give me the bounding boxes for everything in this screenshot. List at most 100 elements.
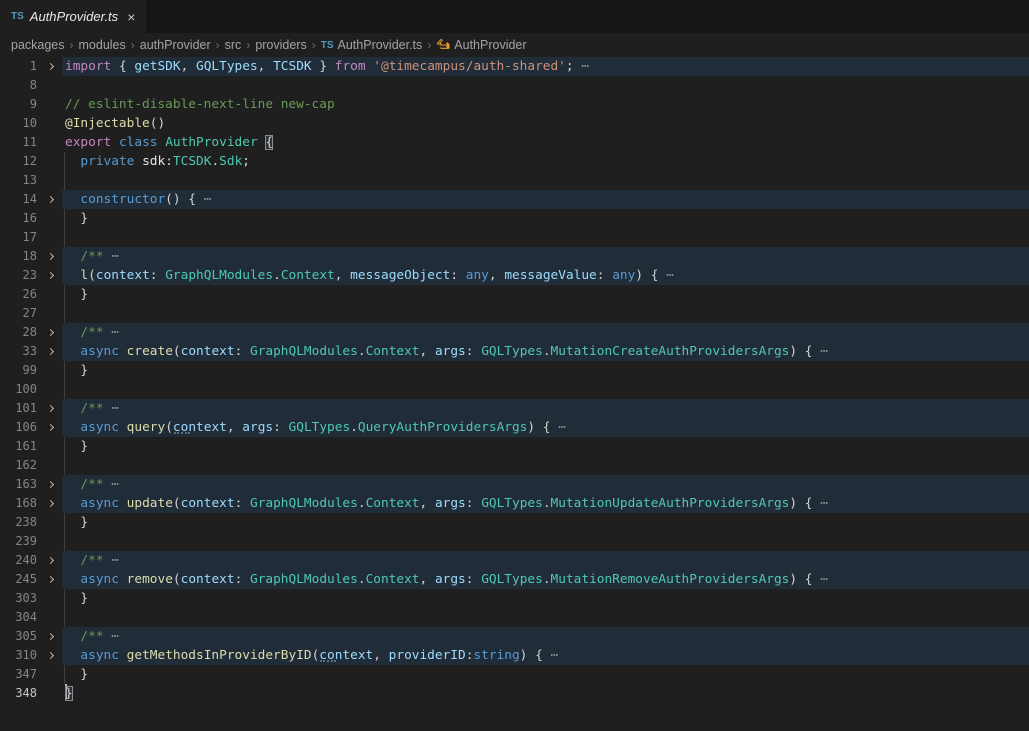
code-content[interactable]: /** ⋯	[62, 551, 1029, 570]
line-number[interactable]: 16	[0, 209, 40, 228]
breadcrumb-item-providers[interactable]: providers	[255, 38, 306, 52]
code-content[interactable]	[62, 532, 1029, 551]
line-number[interactable]: 161	[0, 437, 40, 456]
code-content[interactable]: // eslint-disable-next-line new-cap	[62, 95, 1029, 114]
code-token: create	[127, 344, 173, 359]
code-token: MutationUpdateAuthProvidersArgs	[551, 496, 790, 511]
line-number[interactable]: 26	[0, 285, 40, 304]
code-content[interactable]: }	[62, 665, 1029, 684]
line-number[interactable]: 28	[0, 323, 40, 342]
code-content[interactable]: @Injectable()	[62, 114, 1029, 133]
code-content[interactable]: private sdk:TCSDK.Sdk;	[62, 152, 1029, 171]
code-content[interactable]: import { getSDK, GQLTypes, TCSDK } from …	[62, 57, 1029, 76]
code-content[interactable]	[62, 304, 1029, 323]
folded-ellipsis: ⋯	[666, 268, 674, 283]
fold-chevron-icon[interactable]	[40, 646, 62, 665]
line-number[interactable]: 245	[0, 570, 40, 589]
fold-chevron-icon[interactable]	[40, 418, 62, 437]
line-number[interactable]: 33	[0, 342, 40, 361]
code-content[interactable]: /** ⋯	[62, 475, 1029, 494]
code-token: getMethodsInProviderByID	[127, 648, 312, 663]
line-number[interactable]: 168	[0, 494, 40, 513]
line-number[interactable]: 304	[0, 608, 40, 627]
code-content[interactable]	[62, 608, 1029, 627]
line-number[interactable]: 305	[0, 627, 40, 646]
line-number[interactable]: 163	[0, 475, 40, 494]
code-content[interactable]: l(context: GraphQLModules.Context, messa…	[62, 266, 1029, 285]
line-number[interactable]: 310	[0, 646, 40, 665]
code-content[interactable]: }	[62, 684, 1029, 703]
code-line: 12 private sdk:TCSDK.Sdk;	[0, 152, 1029, 171]
code-content[interactable]: /** ⋯	[62, 247, 1029, 266]
fold-chevron-icon[interactable]	[40, 570, 62, 589]
code-token: args	[435, 496, 466, 511]
fold-chevron-icon[interactable]	[40, 57, 62, 76]
code-content[interactable]	[62, 380, 1029, 399]
code-content[interactable]	[62, 228, 1029, 247]
line-number[interactable]: 101	[0, 399, 40, 418]
line-number[interactable]: 1	[0, 57, 40, 76]
tab-authprovider[interactable]: TS AuthProvider.ts ×	[0, 0, 146, 33]
code-content[interactable]: /** ⋯	[62, 399, 1029, 418]
code-content[interactable]	[62, 76, 1029, 95]
line-number[interactable]: 17	[0, 228, 40, 247]
line-number[interactable]: 239	[0, 532, 40, 551]
code-content[interactable]: }	[62, 361, 1029, 380]
close-icon[interactable]: ×	[127, 10, 135, 24]
line-number[interactable]: 348	[0, 684, 40, 703]
breadcrumb-item-modules[interactable]: modules	[79, 38, 126, 52]
code-content[interactable]: /** ⋯	[62, 627, 1029, 646]
breadcrumb-item-file[interactable]: TSAuthProvider.ts	[321, 38, 423, 52]
line-number[interactable]: 12	[0, 152, 40, 171]
code-content[interactable]: }	[62, 513, 1029, 532]
code-content[interactable]: async query(context, args: GQLTypes.Quer…	[62, 418, 1029, 437]
code-content[interactable]: async create(context: GraphQLModules.Con…	[62, 342, 1029, 361]
fold-chevron-icon[interactable]	[40, 399, 62, 418]
code-content[interactable]: async remove(context: GraphQLModules.Con…	[62, 570, 1029, 589]
code-content[interactable]: }	[62, 209, 1029, 228]
line-number[interactable]: 100	[0, 380, 40, 399]
fold-chevron-icon[interactable]	[40, 551, 62, 570]
code-content[interactable]: async getMethodsInProviderByID(context, …	[62, 646, 1029, 665]
code-token: /**	[80, 401, 111, 416]
fold-chevron-icon[interactable]	[40, 323, 62, 342]
code-content[interactable]: async update(context: GraphQLModules.Con…	[62, 494, 1029, 513]
breadcrumb-item-authProvider[interactable]: authProvider	[140, 38, 211, 52]
code-token: ;	[242, 154, 250, 169]
fold-chevron-icon[interactable]	[40, 247, 62, 266]
fold-chevron-icon[interactable]	[40, 190, 62, 209]
breadcrumb-item-symbol[interactable]: AuthProvider	[436, 38, 526, 52]
fold-chevron-icon[interactable]	[40, 627, 62, 646]
code-content[interactable]: export class AuthProvider {	[62, 133, 1029, 152]
code-content[interactable]: /** ⋯	[62, 323, 1029, 342]
line-number[interactable]: 13	[0, 171, 40, 190]
line-number[interactable]: 99	[0, 361, 40, 380]
fold-chevron-icon[interactable]	[40, 494, 62, 513]
line-number[interactable]: 238	[0, 513, 40, 532]
line-number[interactable]: 240	[0, 551, 40, 570]
code-content[interactable]	[62, 456, 1029, 475]
code-content[interactable]: }	[62, 589, 1029, 608]
line-number[interactable]: 11	[0, 133, 40, 152]
breadcrumb-item-packages[interactable]: packages	[11, 38, 65, 52]
line-number[interactable]: 18	[0, 247, 40, 266]
line-number[interactable]: 347	[0, 665, 40, 684]
line-number[interactable]: 162	[0, 456, 40, 475]
fold-chevron-icon[interactable]	[40, 266, 62, 285]
line-number[interactable]: 27	[0, 304, 40, 323]
line-number[interactable]: 9	[0, 95, 40, 114]
code-content[interactable]: }	[62, 437, 1029, 456]
line-number[interactable]: 23	[0, 266, 40, 285]
line-number[interactable]: 106	[0, 418, 40, 437]
code-token: Context	[281, 268, 335, 283]
code-content[interactable]	[62, 171, 1029, 190]
line-number[interactable]: 10	[0, 114, 40, 133]
line-number[interactable]: 8	[0, 76, 40, 95]
line-number[interactable]: 303	[0, 589, 40, 608]
code-content[interactable]: }	[62, 285, 1029, 304]
fold-chevron-icon[interactable]	[40, 475, 62, 494]
breadcrumb-item-src[interactable]: src	[225, 38, 242, 52]
fold-chevron-icon[interactable]	[40, 342, 62, 361]
line-number[interactable]: 14	[0, 190, 40, 209]
code-content[interactable]: constructor() { ⋯	[62, 190, 1029, 209]
